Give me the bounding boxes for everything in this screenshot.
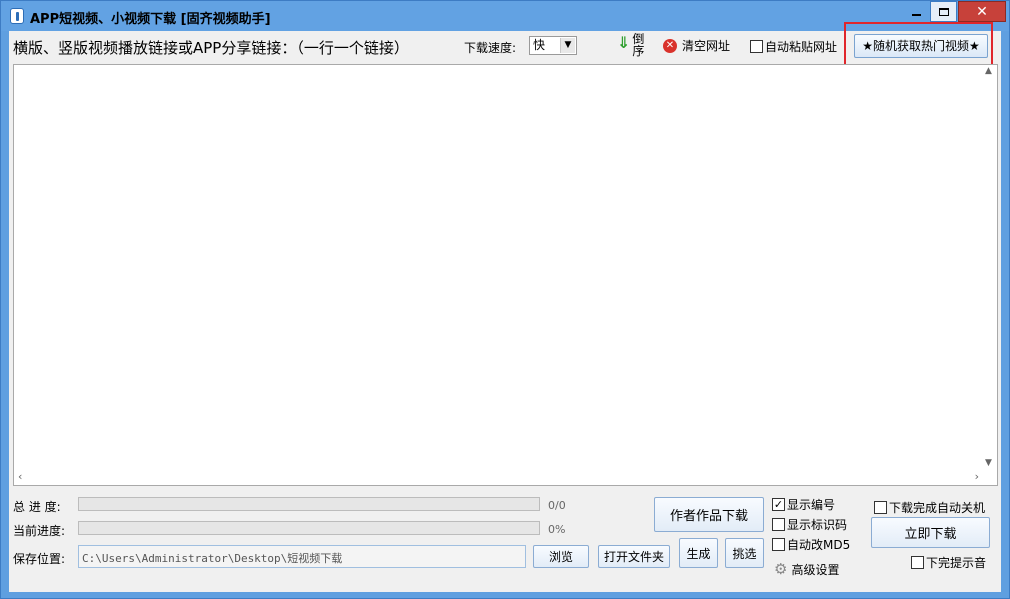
autopaste-label: 自动粘贴网址 <box>765 40 838 54</box>
gear-icon: ⚙ <box>774 560 788 578</box>
close-icon: ✕ <box>976 3 988 20</box>
download-now-button[interactable]: 立即下载 <box>871 517 990 548</box>
main-panel: 横版、竖版视频播放链接或APP分享链接：（一行一个链接） 下载速度: 快 ▼ ⇓… <box>9 22 1001 592</box>
speed-label: 下载速度: <box>464 41 517 55</box>
autopaste-checkbox[interactable] <box>750 40 763 53</box>
clear-urls-button[interactable]: ✕ 清空网址 <box>663 37 730 54</box>
maximize-icon <box>938 7 949 16</box>
auto-shutdown-checkbox[interactable] <box>874 501 887 514</box>
auto-shutdown-option[interactable]: 下载完成自动关机 <box>874 499 985 516</box>
link-input-area[interactable]: ▲ ▼ ‹ › <box>13 64 998 486</box>
title-bar[interactable]: APP短视频、小视频下载 [固齐视频助手] ✕ <box>1 1 1009 31</box>
author-works-download-button[interactable]: 作者作品下载 <box>654 497 764 532</box>
random-hot-videos-button[interactable]: ★随机获取热门视频★ <box>854 34 988 58</box>
advanced-settings-button[interactable]: ⚙ 高级设置 <box>774 560 839 578</box>
reverse-order-button[interactable]: ⇓ 倒序 <box>617 33 644 59</box>
current-progress-label: 当前进度: <box>13 524 66 538</box>
sound-option[interactable]: 下完提示音 <box>911 554 986 571</box>
clear-label: 清空网址 <box>682 39 731 53</box>
scroll-up-icon[interactable]: ▲ <box>985 66 992 76</box>
show-tag-option[interactable]: 显示标识码 <box>772 516 847 533</box>
close-button[interactable]: ✕ <box>958 1 1006 22</box>
show-tag-checkbox[interactable] <box>772 518 785 531</box>
total-progress-bar <box>78 497 540 511</box>
chevron-down-icon: ▼ <box>560 38 575 53</box>
current-progress-bar <box>78 521 540 535</box>
current-progress-value: 0% <box>548 523 566 536</box>
show-number-option[interactable]: ✓ 显示编号 <box>772 496 835 513</box>
generate-button[interactable]: 生成 <box>679 538 718 568</box>
reverse-label: 倒序 <box>632 32 645 58</box>
browse-button[interactable]: 浏览 <box>533 545 589 568</box>
advanced-settings-label: 高级设置 <box>791 562 840 577</box>
auto-md5-checkbox[interactable] <box>772 538 785 551</box>
app-window: APP短视频、小视频下载 [固齐视频助手] ✕ 横版、竖版视频播放链接或APP分… <box>0 0 1010 599</box>
speed-select[interactable]: 快 ▼ <box>529 36 577 55</box>
total-progress-value: 0/0 <box>548 499 566 512</box>
scroll-down-icon[interactable]: ▼ <box>985 458 992 468</box>
down-arrow-icon: ⇓ <box>617 33 631 52</box>
scroll-left-icon[interactable]: ‹ <box>18 470 22 483</box>
auto-md5-label: 自动改MD5 <box>787 538 851 552</box>
scroll-right-icon[interactable]: › <box>975 470 979 483</box>
show-tag-label: 显示标识码 <box>787 518 848 532</box>
sound-checkbox[interactable] <box>911 556 924 569</box>
minimize-icon <box>911 13 921 16</box>
clear-icon: ✕ <box>663 38 677 53</box>
speed-value: 快 <box>533 38 546 52</box>
show-number-label: 显示编号 <box>787 498 836 512</box>
sound-label: 下完提示音 <box>926 556 987 570</box>
pick-button[interactable]: 挑选 <box>725 538 764 568</box>
auto-md5-option[interactable]: 自动改MD5 <box>772 536 850 553</box>
maximize-button[interactable] <box>930 1 957 22</box>
app-icon <box>10 8 24 24</box>
auto-shutdown-label: 下载完成自动关机 <box>889 501 986 515</box>
total-progress-label: 总 进 度: <box>13 500 61 514</box>
save-path-input[interactable]: C:\Users\Administrator\Desktop\短视频下载 <box>78 545 526 568</box>
horizontal-scrollbar[interactable]: ‹ › <box>14 469 983 485</box>
vertical-scrollbar[interactable]: ▲ ▼ <box>983 65 997 469</box>
minimize-button[interactable] <box>903 1 929 22</box>
links-label: 横版、竖版视频播放链接或APP分享链接：（一行一个链接） <box>13 39 409 57</box>
autopaste-option[interactable]: 自动粘贴网址 <box>750 38 837 55</box>
window-title: APP短视频、小视频下载 [固齐视频助手] <box>30 12 271 27</box>
open-folder-button[interactable]: 打开文件夹 <box>598 545 670 568</box>
save-location-label: 保存位置: <box>13 552 66 566</box>
show-number-checkbox[interactable]: ✓ <box>772 498 785 511</box>
